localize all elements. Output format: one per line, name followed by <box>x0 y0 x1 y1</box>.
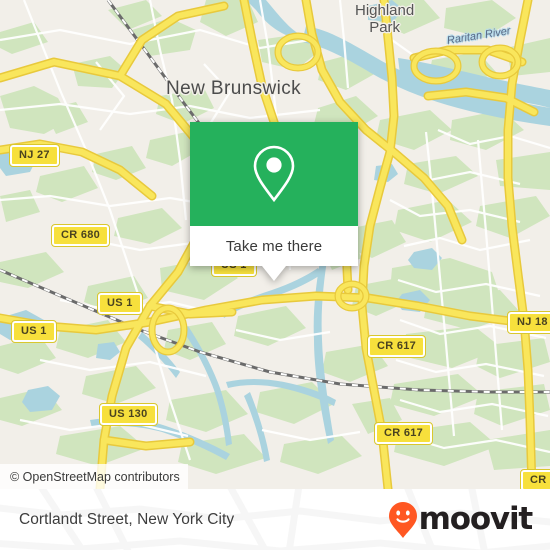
road-shield-cr-680[interactable]: CR 680 <box>50 224 111 247</box>
road-shield-cr-617-a[interactable]: CR 617 <box>366 335 427 358</box>
map-canvas[interactable]: New Brunswick Highland Park Raritan River… <box>0 0 550 489</box>
map-pin-icon <box>253 145 295 203</box>
road-shield-us-1-a[interactable]: US 1 <box>97 292 143 315</box>
moovit-map-screenshot: New Brunswick Highland Park Raritan River… <box>0 0 550 550</box>
road-shield-us-1-b[interactable]: US 1 <box>11 320 57 343</box>
popup-pointer-tail <box>262 266 286 281</box>
popup-action-bar[interactable]: Take me there <box>190 226 358 266</box>
popup-action-label: Take me there <box>225 237 323 255</box>
road-shield-nj-27[interactable]: NJ 27 <box>9 144 60 167</box>
moovit-brand[interactable]: moovit <box>388 501 534 539</box>
road-shield-cr-5[interactable]: CR 5 <box>519 469 550 489</box>
osm-attribution[interactable]: © OpenStreetMap contributors <box>0 464 188 489</box>
footer-bar: Cortlandt Street, New York City moovit <box>0 489 550 550</box>
moovit-pin-smiley-icon <box>388 501 417 538</box>
road-shield-us-130[interactable]: US 130 <box>99 403 158 426</box>
road-shield-cr-617-b[interactable]: CR 617 <box>373 422 434 445</box>
take-me-there-popup[interactable]: Take me there <box>190 122 358 281</box>
popup-pin-panel <box>190 122 358 226</box>
road-shield-nj-18[interactable]: NJ 18 <box>507 311 550 334</box>
osm-attribution-text: © OpenStreetMap contributors <box>10 469 180 484</box>
location-title: Cortlandt Street, New York City <box>19 510 235 528</box>
moovit-wordmark: moovit <box>418 501 534 537</box>
